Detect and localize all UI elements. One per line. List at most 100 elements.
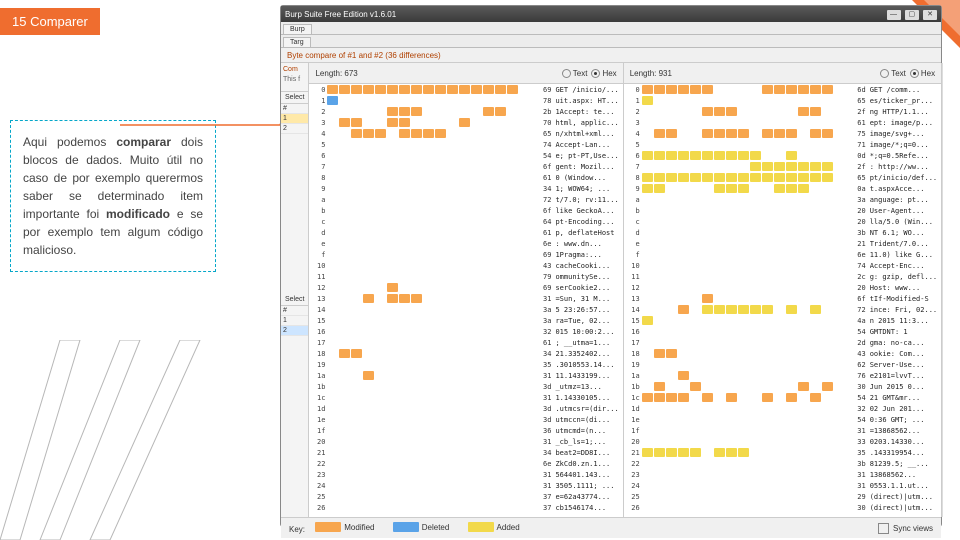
decor-lines — [0, 340, 300, 540]
hex-row: 1a76e2101=lvvT... — [624, 370, 941, 381]
hex-row: 60d*;q=0.5Refe... — [624, 150, 941, 161]
legend: Key: Modified Deleted Added — [289, 522, 536, 534]
hex-grid-left[interactable]: 069GET /inicio/...178uit.aspx: HT...22b1… — [309, 84, 622, 517]
hex-row: 571image/*;q=0... — [624, 139, 941, 150]
sidebar-label: Select — [281, 92, 308, 104]
hex-row: 1179ommunitySe... — [309, 271, 622, 282]
hex-row: 1a3111.1433199... — [309, 370, 622, 381]
hex-row: b20User-Agent... — [624, 205, 941, 216]
hex-row: 136ftIf-Modified-S — [624, 293, 941, 304]
length-label-left: Length: 673 — [315, 69, 357, 78]
list-row[interactable]: 1 — [281, 114, 308, 124]
app-window: Burp Suite Free Edition v1.6.01 — ▢ ✕ Bu… — [280, 5, 942, 527]
hex-row: 370html, applic... — [309, 117, 622, 128]
length-label-right: Length: 931 — [630, 69, 672, 78]
hex-row: 1962Server-Use... — [624, 359, 941, 370]
hex-row: d61p, deflateHost — [309, 227, 622, 238]
hex-row: 1632015 10:00:2... — [309, 326, 622, 337]
hex-row: 233113868562... — [624, 469, 941, 480]
pane-left: Length: 673 Text Hex 069GET /inicio/...1… — [309, 63, 623, 517]
hex-row: 654e; pt-PT,Use... — [309, 150, 622, 161]
hex-row: 1269serCookie2... — [309, 282, 622, 293]
tab-target[interactable]: Targ — [283, 37, 311, 47]
window-title: Burp Suite Free Edition v1.6.01 — [285, 10, 396, 19]
tab-burp[interactable]: Burp — [283, 24, 312, 34]
hex-row: 1c5421 GMT&mr... — [624, 392, 941, 403]
hex-row: 178uit.aspx: HT... — [309, 95, 622, 106]
hex-row: 9341; WOW64; ... — [309, 183, 622, 194]
hex-row: 1f31=13868562... — [624, 425, 941, 436]
tabstrip-2: Targ — [281, 35, 941, 48]
left-sidebar: Com This f Select # 1 2 Select # 1 2 — [281, 63, 309, 517]
hex-row: e6e: www.dn... — [309, 238, 622, 249]
hex-grid-right[interactable]: 06dGET /comm...165es/ticker_pr...22fng H… — [624, 84, 941, 517]
hex-row: 20330203.14330... — [624, 436, 941, 447]
list-row[interactable]: 2 — [281, 124, 308, 134]
hex-row: 24310553.1.1.ut... — [624, 480, 941, 491]
hex-row: 1074Accept-Enc... — [624, 260, 941, 271]
hex-row: 1043cacheCooki... — [309, 260, 622, 271]
hex-row: 2135.143319954... — [624, 447, 941, 458]
hex-row: 2134beat2=DD8I... — [309, 447, 622, 458]
hex-row: a72t/7.0; rv:11... — [309, 194, 622, 205]
hex-row: 1b30Jun 2015 0... — [624, 381, 941, 392]
hex-row: e21Trident/7.0... — [624, 238, 941, 249]
hex-row: f691Pragma:... — [309, 249, 622, 260]
hex-row: c20lla/5.0 (Win... — [624, 216, 941, 227]
hex-row: 22b1Accept: te... — [309, 106, 622, 117]
hex-row: 165es/ticker_pr... — [624, 95, 941, 106]
hex-row: 1d3d.utmcsr=(dir... — [309, 403, 622, 414]
hex-row: 1935.3010553.14... — [309, 359, 622, 370]
min-button[interactable]: — — [887, 10, 901, 20]
hex-row: a3aanguage: pt... — [624, 194, 941, 205]
hex-row: 226eZkCd0.zn.1... — [309, 458, 622, 469]
annotation-box: Aqui podemos comparar dois blocos de dad… — [10, 120, 216, 272]
hex-row: 2537e=62a43774... — [309, 491, 622, 502]
titlebar[interactable]: Burp Suite Free Edition v1.6.01 — ▢ ✕ — [281, 6, 941, 22]
hex-row: 2529(direct)|utm... — [624, 491, 941, 502]
hex-row: 1d3202 Jun 201... — [624, 403, 941, 414]
slide-badge: 15 Comparer — [0, 8, 100, 35]
hex-row: b6flike GeckoA... — [309, 205, 622, 216]
hex-row: 465n/xhtml+xml... — [309, 128, 622, 139]
list-row[interactable]: 2 — [281, 326, 308, 336]
hex-row: 1e540:36 GMT; ... — [624, 414, 941, 425]
pane-right: Length: 931 Text Hex 06dGET /comm...165e… — [624, 63, 942, 517]
hex-row: 112cg: gzip, defl... — [624, 271, 941, 282]
hex-row: 1331=Sun, 31 M... — [309, 293, 622, 304]
hex-row: 223b81239.5; __... — [624, 458, 941, 469]
subtab-compare[interactable]: Byte compare of #1 and #2 (36 difference… — [281, 48, 941, 63]
hex-row: 1843ookie: Com... — [624, 348, 941, 359]
sync-views-check[interactable]: Sync views — [878, 523, 933, 534]
hex-row: 2031_cb_ls=1;... — [309, 436, 622, 447]
hex-row: 8610 (Window... — [309, 172, 622, 183]
hex-row: 2630(direct)|utm... — [624, 502, 941, 513]
sidebar-label-2: Select — [281, 294, 308, 306]
hex-row: 172dgma: no-ca... — [624, 337, 941, 348]
hex-row: 865pt/inicio/def... — [624, 172, 941, 183]
hex-row: 069GET /inicio/... — [309, 84, 622, 95]
scrollbar[interactable] — [942, 63, 943, 517]
hex-row: 1220Host: www... — [624, 282, 941, 293]
hex-row: 24313505.1111; ... — [309, 480, 622, 491]
hex-row: c64pt-Encoding... — [309, 216, 622, 227]
sidebar-table-2: # 1 2 — [281, 306, 308, 336]
hex-row: 154an 2015 11:3... — [624, 315, 941, 326]
hex-row: 2637cb1546174... — [309, 502, 622, 513]
mode-radio-left[interactable]: Text Hex — [562, 69, 617, 78]
hex-row: 1654GMTDNT: 1 — [624, 326, 941, 337]
mode-radio-right[interactable]: Text Hex — [880, 69, 935, 78]
hex-row: 1f36utmcmd=(n... — [309, 425, 622, 436]
hex-row: f6e11.0) like G... — [624, 249, 941, 260]
hex-row: 76fgent: Mozil... — [309, 161, 622, 172]
close-button[interactable]: ✕ — [923, 10, 937, 20]
hex-row: 2331564401.143... — [309, 469, 622, 480]
list-row[interactable]: 1 — [281, 316, 308, 326]
hex-row: 183421.3352402... — [309, 348, 622, 359]
sidebar-table-1: # 1 2 — [281, 104, 308, 134]
hex-row: 72f: http://ww... — [624, 161, 941, 172]
max-button[interactable]: ▢ — [905, 10, 919, 20]
hex-row: 153ara=Tue, 02... — [309, 315, 622, 326]
hex-row: d3bNT 6.1; WO... — [624, 227, 941, 238]
tabstrip-top: Burp — [281, 22, 941, 35]
